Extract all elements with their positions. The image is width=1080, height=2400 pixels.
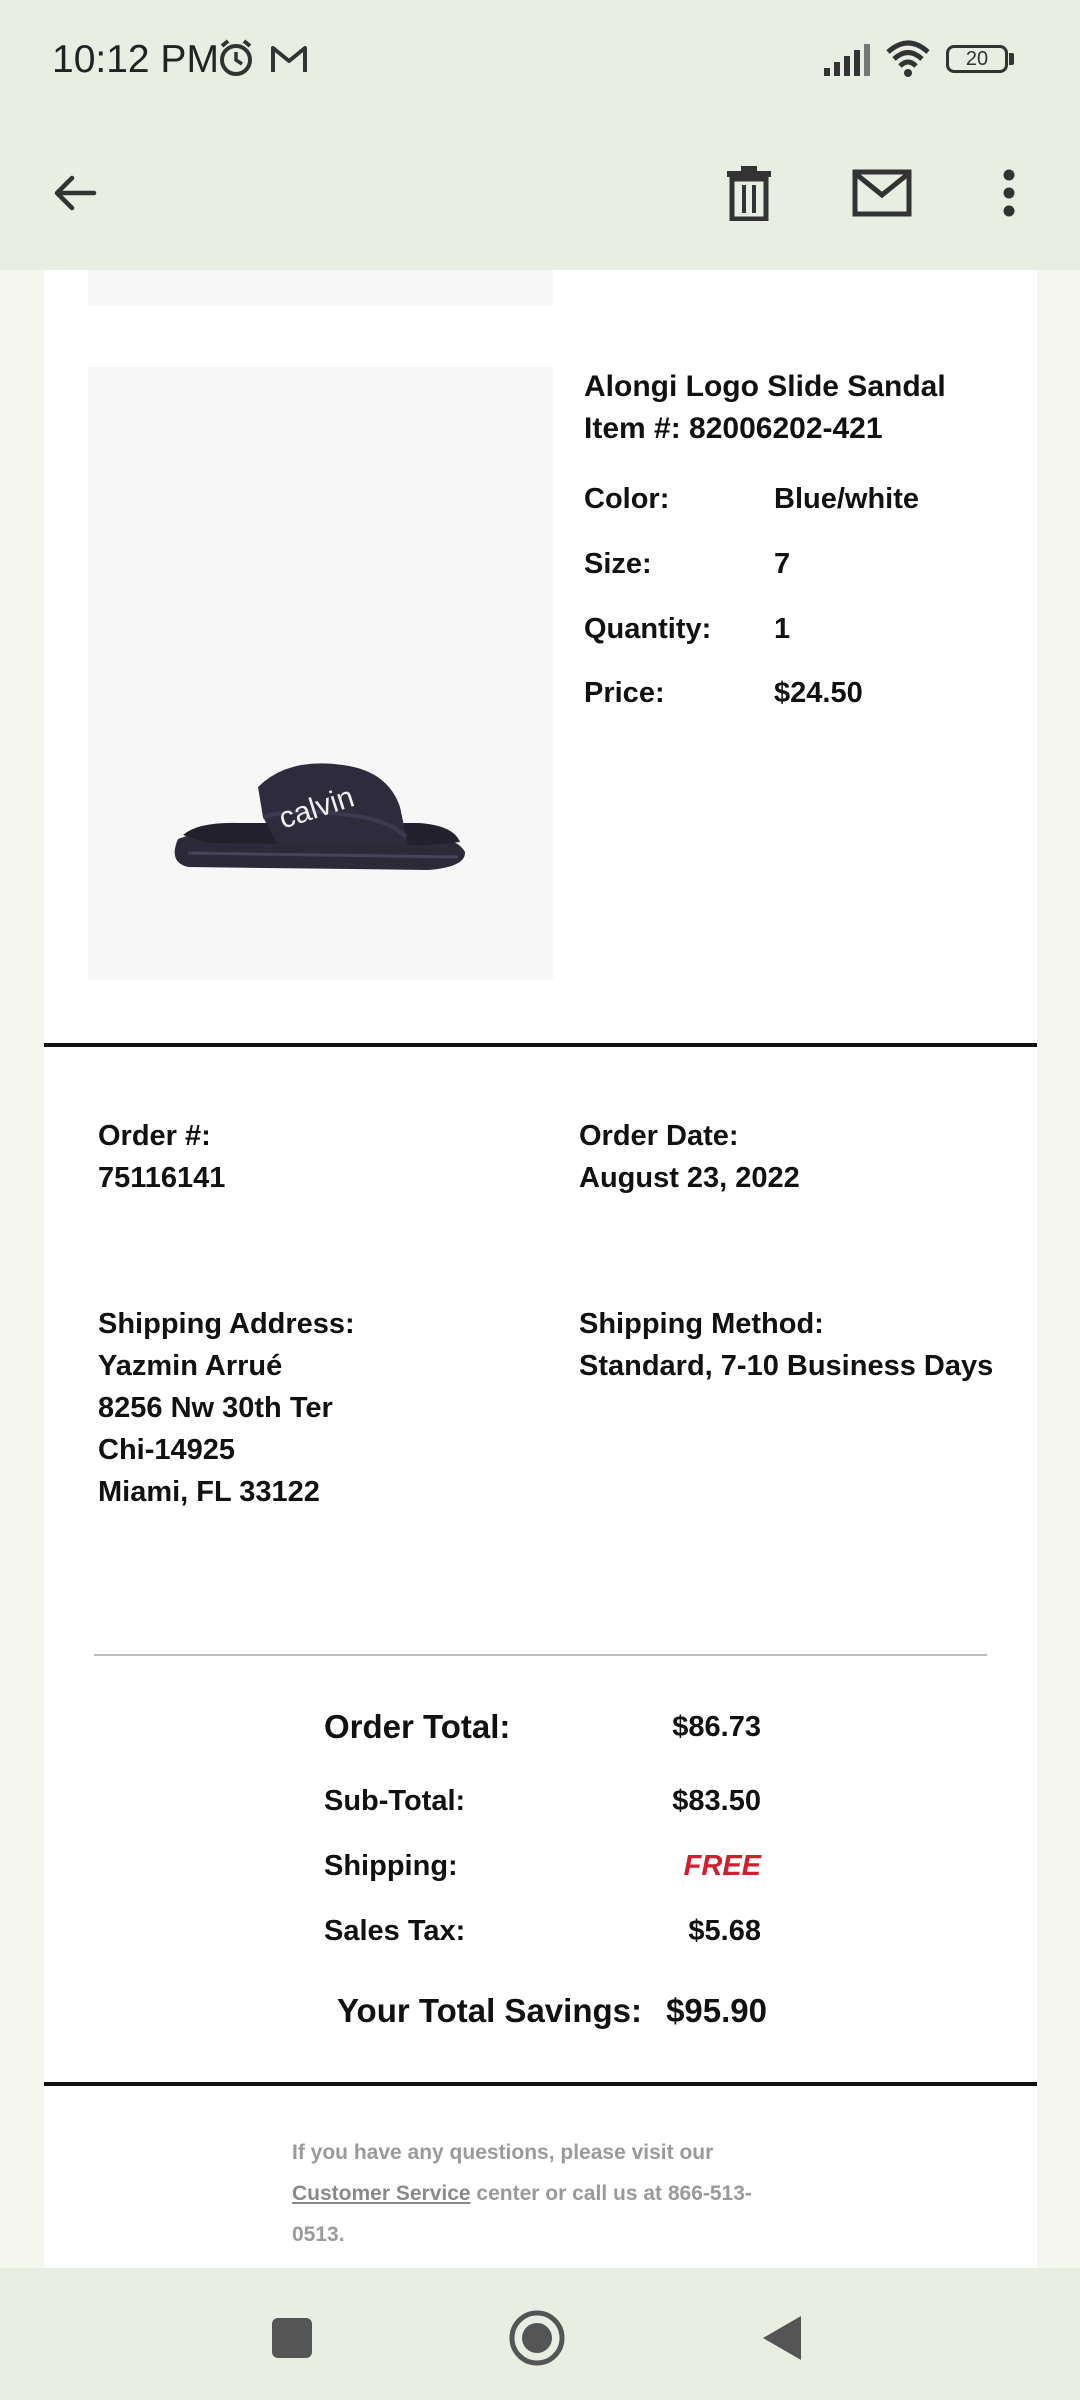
subtotal-row: Sub-Total: $83.50	[324, 1785, 761, 1825]
footer-line: If you have any questions, please visit …	[292, 2141, 714, 2164]
shipping-value: FREE	[683, 1850, 761, 1882]
order-total-label: Order Total:	[324, 1708, 511, 1745]
sales-tax-value: $5.68	[688, 1915, 761, 1947]
home-button[interactable]	[505, 2306, 569, 2370]
shipping-method-block: Shipping Method: Standard, 7-10 Business…	[579, 1303, 993, 1387]
address-line: Chi-14925	[98, 1434, 236, 1466]
detail-label: Size:	[584, 548, 652, 580]
recents-square-icon	[272, 2318, 312, 2358]
divider	[44, 1043, 1037, 1047]
more-options-button[interactable]	[964, 148, 1054, 238]
mark-unread-icon	[852, 169, 912, 217]
detail-value: 1	[774, 613, 791, 645]
back-arrow-icon	[54, 175, 97, 211]
detail-value: 7	[774, 548, 791, 580]
battery-icon: 20	[946, 45, 1008, 73]
address-line: Miami, FL 33122	[98, 1476, 320, 1508]
subtotal-label: Sub-Total:	[324, 1785, 466, 1817]
delete-icon	[727, 166, 771, 221]
detail-label: Color:	[584, 483, 670, 515]
previous-product-image	[88, 270, 553, 306]
order-total-value: $86.73	[672, 1711, 761, 1743]
order-number-label: Order #:	[98, 1120, 211, 1152]
status-bar: 10:12 PM 20	[0, 0, 1080, 120]
app-bar	[0, 120, 1080, 270]
savings-label: Your Total Savings:	[337, 1992, 642, 2029]
detail-value: Blue/white	[774, 483, 920, 515]
sales-tax-row: Sales Tax: $5.68	[324, 1915, 761, 1955]
slide-sandal-image: calvin	[174, 763, 466, 870]
product-image[interactable]: calvin	[88, 367, 553, 980]
order-total-row: Order Total: $86.73	[324, 1708, 761, 1752]
detail-label: Quantity:	[584, 613, 712, 645]
navigation-bar	[0, 2268, 1080, 2400]
alarm-icon	[220, 39, 252, 76]
shipping-row: Shipping: FREE	[324, 1850, 761, 1890]
email-content[interactable]: calvin Alongi Logo Slide Sandal Item #: …	[0, 270, 1080, 2268]
divider	[94, 1654, 987, 1656]
subtotal-value: $83.50	[672, 1785, 761, 1817]
order-number: 75116141	[98, 1162, 226, 1194]
home-circle-icon	[509, 2310, 565, 2366]
footer-line: center or call us at 866-513-	[470, 2182, 752, 2205]
product-name[interactable]: Alongi Logo Slide Sandal	[584, 366, 1024, 408]
back-nav-button[interactable]	[752, 2308, 812, 2368]
status-time: 10:12 PM	[52, 38, 219, 81]
order-number-block: Order #: 75116141	[98, 1115, 225, 1199]
footer-help-text: If you have any questions, please visit …	[292, 2132, 782, 2255]
recents-button[interactable]	[262, 2308, 322, 2368]
product-title[interactable]: Alongi Logo Slide Sandal Item #: 8200620…	[584, 366, 1024, 450]
wifi-icon	[886, 40, 930, 77]
shipping-address-block: Shipping Address: Yazmin Arrué 8256 Nw 3…	[98, 1303, 355, 1513]
battery-level: 20	[965, 47, 989, 70]
shipping-method-label: Shipping Method:	[579, 1308, 824, 1340]
detail-label: Price:	[584, 677, 665, 709]
divider	[44, 2082, 1037, 2086]
savings-value: $95.90	[666, 1992, 767, 2029]
signal-icon	[824, 44, 870, 76]
shipping-label: Shipping:	[324, 1850, 458, 1882]
product-item-number: Item #: 82006202-421	[584, 412, 883, 445]
delete-button[interactable]	[704, 148, 794, 238]
shipping-address-label: Shipping Address:	[98, 1308, 355, 1340]
order-date: August 23, 2022	[579, 1162, 800, 1194]
savings-row: Your Total Savings: $95.90	[337, 1992, 767, 2036]
address-line: 8256 Nw 30th Ter	[98, 1392, 333, 1424]
gmail-icon	[271, 46, 307, 72]
more-vert-icon	[1003, 169, 1015, 217]
order-date-label: Order Date:	[579, 1120, 739, 1152]
order-card: calvin Alongi Logo Slide Sandal Item #: …	[44, 270, 1037, 2268]
detail-value: $24.50	[774, 677, 863, 709]
back-button[interactable]	[30, 148, 120, 238]
battery-tip	[1009, 53, 1014, 65]
footer-line: 0513.	[292, 2223, 345, 2246]
order-date-block: Order Date: August 23, 2022	[579, 1115, 800, 1199]
sales-tax-label: Sales Tax:	[324, 1915, 466, 1947]
customer-service-link[interactable]: Customer Service	[292, 2182, 471, 2205]
back-triangle-icon	[763, 2316, 801, 2360]
address-line: Yazmin Arrué	[98, 1350, 283, 1382]
shipping-method: Standard, 7-10 Business Days	[579, 1350, 994, 1382]
mark-unread-button[interactable]	[837, 148, 927, 238]
